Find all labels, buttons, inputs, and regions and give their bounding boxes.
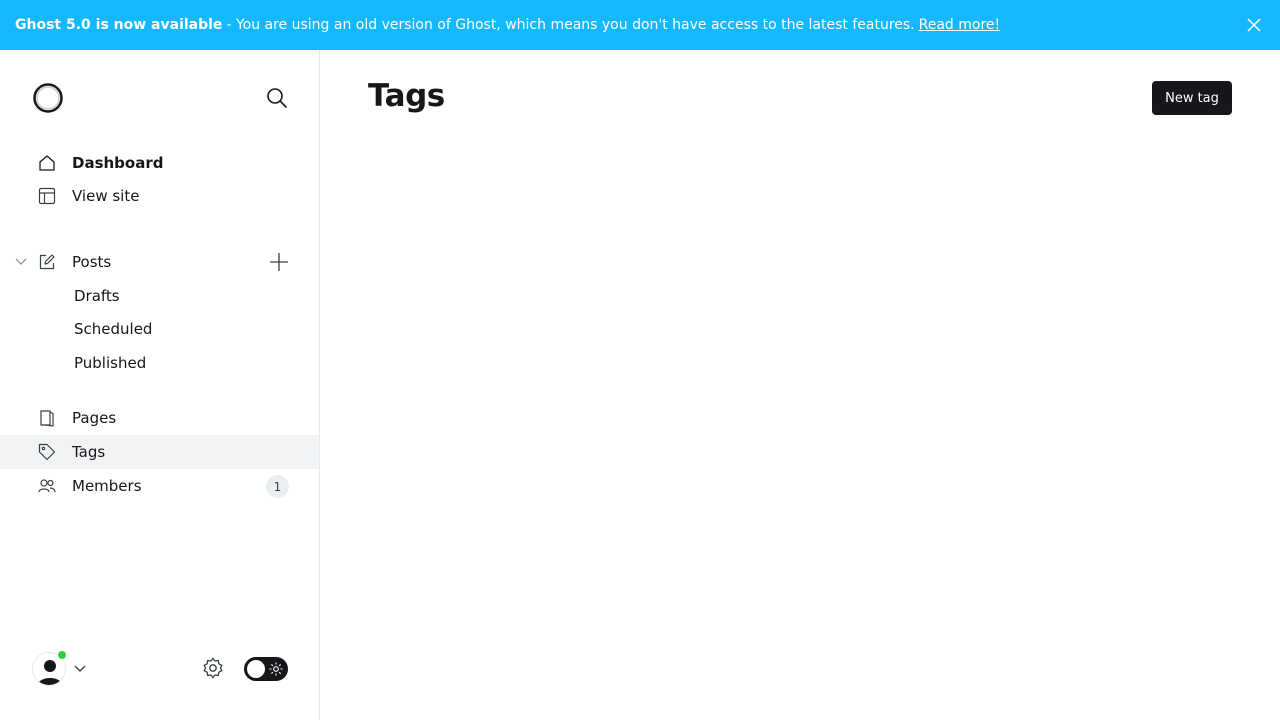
gear-icon[interactable] — [201, 656, 225, 680]
sidebar-item-label: Posts — [72, 253, 112, 271]
chevron-down-icon[interactable] — [73, 664, 87, 674]
toggle-knob — [247, 660, 265, 678]
sidebar-item-pages[interactable]: Pages — [0, 401, 319, 435]
sidebar-item-members[interactable]: Members 1 — [0, 469, 319, 503]
layout-icon — [38, 187, 56, 205]
sidebar-item-label: Dashboard — [72, 154, 164, 172]
members-count-badge: 1 — [266, 475, 289, 498]
dark-mode-toggle[interactable] — [244, 657, 288, 681]
tag-icon — [38, 443, 56, 461]
ghost-logo-icon[interactable] — [32, 82, 64, 114]
sidebar-item-label: Pages — [72, 409, 117, 427]
pages-icon — [40, 410, 54, 427]
edit-icon — [39, 254, 55, 270]
page-title: Tags — [368, 78, 445, 114]
new-tag-button[interactable]: New tag — [1152, 81, 1232, 115]
sidebar-item-label: Scheduled — [74, 320, 153, 338]
sun-icon — [269, 662, 283, 676]
banner-text: - You are using an old version of Ghost,… — [226, 17, 915, 33]
online-status-dot — [57, 650, 67, 660]
search-icon[interactable] — [266, 87, 288, 109]
members-icon — [38, 479, 56, 493]
upgrade-banner: Ghost 5.0 is now available - You are usi… — [0, 0, 1280, 50]
sidebar-item-label: Tags — [72, 443, 106, 461]
home-icon — [39, 155, 55, 171]
sidebar-item-view-site[interactable]: View site — [0, 179, 319, 213]
sidebar-item-label: Members — [72, 477, 142, 495]
sidebar-item-label: Published — [74, 354, 147, 372]
sidebar: Dashboard View site Posts Drafts Schedul… — [0, 50, 320, 720]
banner-read-more-link[interactable]: Read more! — [919, 17, 1001, 33]
close-icon[interactable] — [1246, 17, 1262, 33]
sidebar-item-dashboard[interactable]: Dashboard — [0, 146, 319, 180]
banner-title: Ghost 5.0 is now available — [15, 17, 223, 33]
sidebar-item-drafts[interactable]: Drafts — [0, 279, 319, 313]
plus-icon[interactable] — [268, 251, 290, 273]
sidebar-item-posts[interactable]: Posts — [0, 245, 319, 279]
sidebar-item-tags[interactable]: Tags — [0, 435, 319, 469]
chevron-down-icon[interactable] — [14, 255, 28, 269]
sidebar-item-scheduled[interactable]: Scheduled — [0, 312, 319, 346]
sidebar-item-label: Drafts — [74, 287, 120, 305]
sidebar-item-label: View site — [72, 187, 140, 205]
sidebar-footer — [0, 620, 319, 720]
sidebar-item-published[interactable]: Published — [0, 346, 319, 380]
